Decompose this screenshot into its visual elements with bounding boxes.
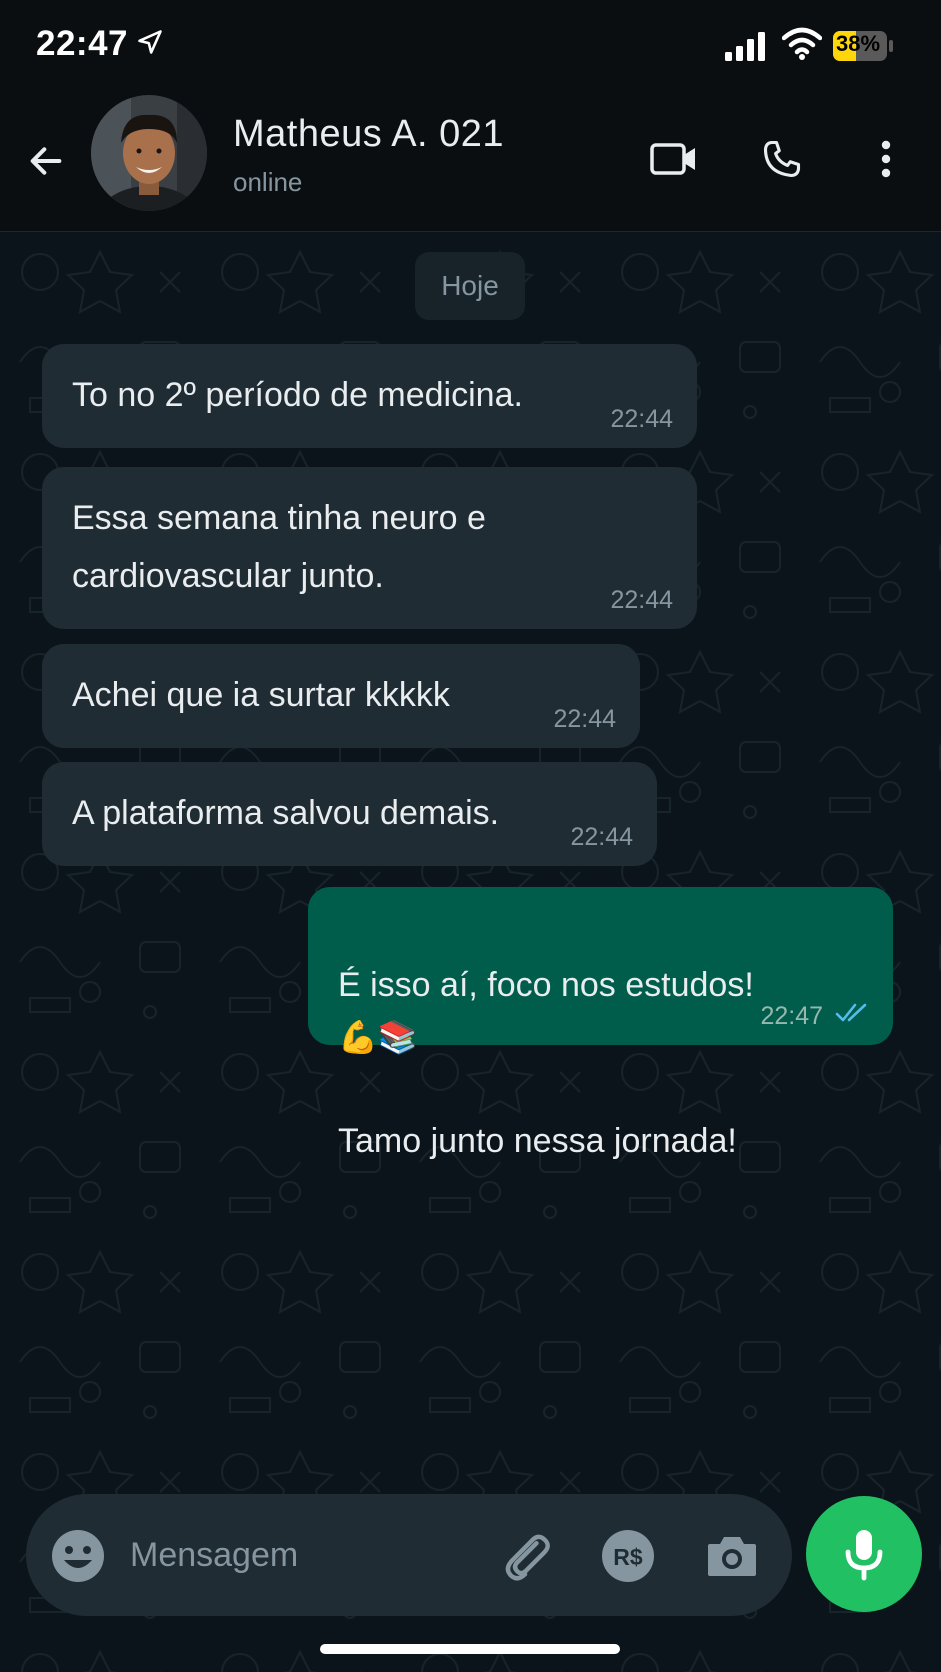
message-text: A plataforma salvou demais.	[72, 794, 500, 832]
message-composer: R$	[26, 1494, 792, 1616]
back-button[interactable]	[18, 133, 74, 189]
phone-icon	[763, 140, 801, 178]
cellular-signal-icon	[725, 32, 765, 61]
message-time: 22:44	[553, 705, 616, 733]
video-call-button[interactable]	[646, 131, 702, 187]
avatar-photo	[91, 95, 207, 211]
message-line: É isso aí, foco nos estudos!	[338, 966, 754, 1004]
date-chip: Hoje	[415, 252, 525, 320]
more-options-button[interactable]	[866, 131, 906, 187]
contact-name[interactable]: Matheus A. 021	[233, 113, 504, 156]
battery-percent: 38%	[836, 31, 881, 56]
chat-header: Matheus A. 021 online	[0, 95, 941, 232]
location-arrow-icon	[138, 30, 162, 54]
whatsapp-chat-screen: 22:47 38% Matheus A. 021 online Hoje To …	[0, 0, 941, 1672]
voice-call-button[interactable]	[754, 131, 810, 187]
avatar[interactable]	[91, 95, 207, 211]
message-text: Essa semana tinha neuro e cardiovascular…	[72, 499, 486, 595]
message-time: 22:47	[760, 1002, 823, 1030]
message-input[interactable]	[128, 1524, 472, 1586]
emoji-icon[interactable]	[50, 1528, 106, 1584]
wifi-icon	[782, 27, 822, 60]
message-time: 22:44	[610, 586, 673, 614]
message-bubble-incoming[interactable]: Essa semana tinha neuro e cardiovascular…	[42, 467, 697, 629]
back-arrow-icon	[30, 147, 62, 175]
message-text: To no 2º período de medicina.	[72, 376, 523, 414]
message-bubble-incoming[interactable]: A plataforma salvou demais. 22:44	[42, 762, 657, 866]
paperclip-icon[interactable]	[498, 1528, 554, 1584]
message-text: Achei que ia surtar kkkkk	[72, 676, 450, 714]
message-bubble-outgoing[interactable]: É isso aí, foco nos estudos! 💪📚 Tamo jun…	[308, 887, 893, 1160]
chat-area[interactable]: Hoje To no 2º período de medicina. 22:44…	[0, 232, 941, 1672]
home-indicator[interactable]	[320, 1644, 620, 1654]
microphone-icon	[845, 1530, 883, 1581]
contact-status: online	[233, 167, 303, 197]
more-vert-icon	[881, 140, 891, 178]
payment-label: R$	[613, 1544, 643, 1570]
message-text: É isso aí, foco nos estudos! 💪📚 Tamo jun…	[338, 907, 863, 1167]
status-bar: 22:47 38%	[0, 0, 941, 95]
double-check-read-icon	[835, 1003, 867, 1022]
flexed-biceps-books-emoji: 💪📚	[338, 1019, 418, 1055]
message-time: 22:44	[610, 405, 673, 433]
status-time: 22:47	[36, 24, 129, 63]
voice-message-button[interactable]	[806, 1496, 922, 1612]
video-call-icon	[650, 143, 695, 175]
message-time: 22:44	[570, 823, 633, 851]
payment-icon[interactable]: R$	[600, 1528, 656, 1584]
camera-icon[interactable]	[704, 1528, 760, 1584]
message-bubble-incoming[interactable]: To no 2º período de medicina. 22:44	[42, 344, 697, 448]
message-bubble-incoming[interactable]: Achei que ia surtar kkkkk 22:44	[42, 644, 640, 748]
message-line: Tamo junto nessa jornada!	[338, 1122, 737, 1160]
